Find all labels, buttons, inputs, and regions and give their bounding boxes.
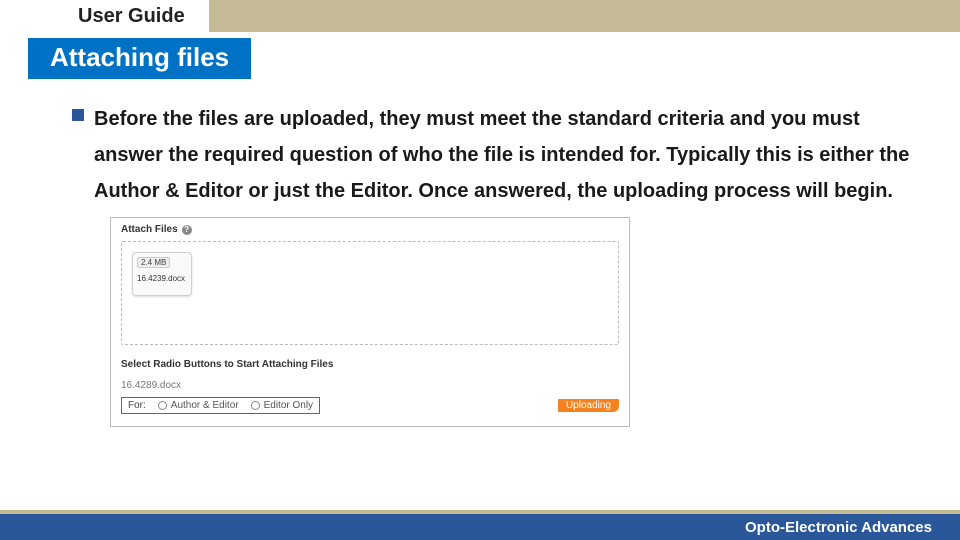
footer-blue-bar: Opto-Electronic Advances: [0, 514, 960, 540]
footer: Opto-Electronic Advances: [0, 510, 960, 540]
top-bar-left-gap: [0, 0, 62, 32]
file-dropzone[interactable]: 2.4 MB 16.4239.docx: [121, 241, 619, 345]
recipient-radio-group: For: Author & Editor Editor Only: [121, 397, 320, 414]
help-icon[interactable]: ?: [182, 225, 192, 235]
attach-files-heading: Attach Files ?: [121, 224, 619, 235]
footer-brand: Opto-Electronic Advances: [745, 519, 932, 536]
select-radio-subheading: Select Radio Buttons to Start Attaching …: [121, 359, 619, 370]
ribbon-left-gap: [0, 38, 28, 79]
bullet-text: Before the files are uploaded, they must…: [94, 101, 920, 209]
recipient-row: For: Author & Editor Editor Only Uploadi…: [121, 397, 619, 414]
uploading-status-badge: Uploading: [558, 399, 619, 412]
file-size-badge: 2.4 MB: [137, 257, 170, 268]
page-title-box: User Guide: [62, 0, 209, 32]
bullet-item: Before the files are uploaded, they must…: [72, 101, 920, 209]
file-thumb-name: 16.4239.docx: [137, 274, 187, 283]
option-editor-only-label: Editor Only: [264, 400, 313, 411]
option-author-editor[interactable]: Author & Editor: [158, 400, 239, 411]
bullet-square-icon: [72, 109, 84, 121]
attach-files-panel: Attach Files ? 2.4 MB 16.4239.docx Selec…: [110, 217, 630, 427]
section-heading: Attaching files: [28, 38, 251, 79]
attach-files-label: Attach Files: [121, 224, 178, 235]
option-editor-only[interactable]: Editor Only: [251, 400, 313, 411]
for-label: For:: [128, 400, 146, 411]
section-ribbon-row: Attaching files: [0, 38, 960, 79]
top-bar: User Guide: [0, 0, 960, 32]
body: Before the files are uploaded, they must…: [0, 79, 960, 427]
radio-icon: [251, 401, 260, 410]
file-thumb[interactable]: 2.4 MB 16.4239.docx: [132, 252, 192, 296]
radio-icon: [158, 401, 167, 410]
listed-filename: 16.4289.docx: [121, 380, 619, 391]
option-author-editor-label: Author & Editor: [171, 400, 239, 411]
page-title: User Guide: [78, 5, 185, 28]
